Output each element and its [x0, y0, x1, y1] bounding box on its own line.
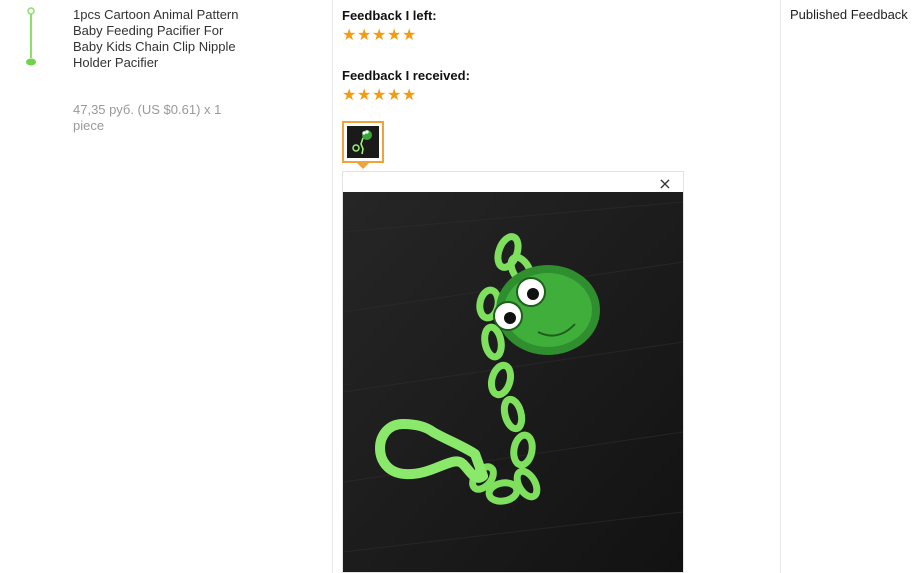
column-divider	[780, 0, 781, 573]
feedback-received-heading: Feedback I received:	[342, 68, 470, 83]
thumbnail-pointer	[357, 163, 369, 169]
frog-pacifier-clip-photo-icon	[347, 126, 379, 158]
frog-pacifier-clip-photo	[343, 192, 683, 572]
star-icon: ★	[372, 87, 387, 104]
star-icon: ★	[357, 27, 372, 44]
star-icon: ★	[372, 27, 387, 44]
feedback-received-stars: ★ ★ ★ ★ ★	[342, 87, 417, 105]
star-icon: ★	[357, 87, 372, 104]
star-icon: ★	[342, 87, 357, 104]
star-icon: ★	[387, 87, 402, 104]
star-icon: ★	[402, 27, 417, 44]
close-icon[interactable]: ×	[657, 176, 673, 192]
column-divider	[332, 0, 333, 573]
product-thumbnail[interactable]	[16, 6, 46, 68]
feedback-left-stars: ★ ★ ★ ★ ★	[342, 27, 417, 45]
feedback-photo-thumbnail[interactable]	[342, 121, 384, 163]
product-price: 47,35 руб. (US $0.61) x 1 piece	[73, 102, 222, 133]
star-icon: ★	[402, 87, 417, 104]
photo-preview-panel: ×	[342, 171, 684, 573]
star-icon: ★	[387, 27, 402, 44]
published-feedback-status: Published Feedback	[790, 7, 908, 22]
product-title-link[interactable]: 1pcs Cartoon Animal Pattern Baby Feeding…	[73, 7, 243, 71]
feedback-left-heading: Feedback I left:	[342, 8, 437, 23]
star-icon: ★	[342, 27, 357, 44]
pacifier-clip-thumbnail-icon	[26, 7, 36, 66]
